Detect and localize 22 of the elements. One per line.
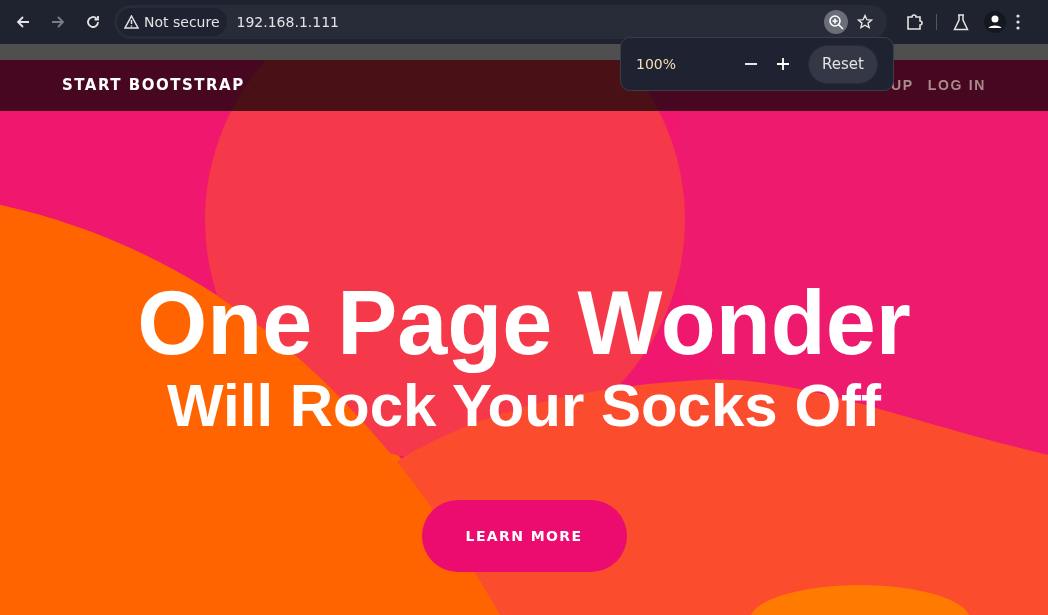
zoom-level: 100% <box>636 54 678 74</box>
nav-link[interactable]: LOG IN <box>927 75 986 96</box>
star-icon[interactable] <box>857 14 873 30</box>
security-chip[interactable]: Not secure <box>117 8 227 36</box>
url-text: 192.168.1.111 <box>236 12 339 32</box>
profile-icon[interactable] <box>984 11 1006 33</box>
learn-more-button[interactable]: LEARN MORE <box>421 500 627 572</box>
back-icon[interactable] <box>15 14 31 30</box>
flask-icon[interactable] <box>953 13 969 31</box>
security-label: Not secure <box>144 12 220 32</box>
plus-icon[interactable] <box>776 57 790 71</box>
hero-subtitle: Will Rock Your Socks Off <box>166 372 882 441</box>
reload-icon[interactable] <box>85 14 101 30</box>
menu-icon[interactable] <box>1016 14 1020 30</box>
puzzle-icon[interactable] <box>906 13 924 31</box>
forward-icon[interactable] <box>50 14 66 30</box>
hero-title: One Page Wonder <box>137 275 911 371</box>
zoom-icon[interactable] <box>824 10 848 34</box>
reset-button[interactable]: Reset <box>808 44 878 84</box>
brand-link[interactable]: START BOOTSTRAP <box>62 74 245 97</box>
warning-icon <box>124 15 139 29</box>
address-bar[interactable]: Not secure 192.168.1.111 <box>114 5 887 39</box>
